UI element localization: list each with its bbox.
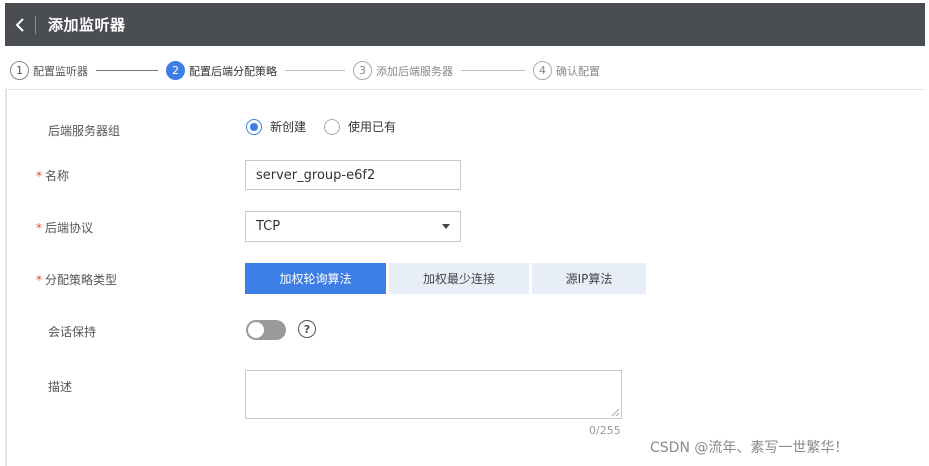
server-group-radio-group: 新创建 使用已有	[246, 118, 414, 135]
content-left-border	[5, 90, 7, 466]
header-divider	[35, 15, 36, 34]
step-connector	[461, 70, 525, 71]
step-connector	[96, 70, 158, 71]
radio-label: 新创建	[270, 120, 307, 134]
protocol-select-value: TCP	[256, 219, 281, 234]
step-label: 添加后端服务器	[376, 64, 453, 78]
step-number: 4	[533, 61, 552, 80]
name-input[interactable]: server_group-e6f2	[245, 160, 461, 190]
strategy-segmented-control: 加权轮询算法 加权最少连接 源IP算法	[245, 263, 649, 294]
step-configure-listener: 1 配置监听器	[10, 61, 88, 80]
name-label: * 名称	[36, 167, 69, 184]
session-toggle[interactable]	[246, 320, 286, 340]
step-add-backend-servers: 3 添加后端服务器	[353, 61, 453, 80]
step-connector	[285, 70, 345, 71]
page-header: 添加监听器	[5, 3, 925, 46]
description-label: 描述	[48, 380, 73, 394]
required-mark: *	[36, 273, 42, 287]
step-backend-strategy: 2 配置后端分配策略	[166, 61, 277, 80]
radio-unchecked-icon	[324, 118, 341, 135]
description-textarea[interactable]	[245, 370, 622, 419]
radio-label: 使用已有	[348, 120, 397, 134]
step-confirm: 4 确认配置	[533, 61, 600, 80]
name-label-text: 名称	[45, 169, 70, 183]
caret-down-icon	[442, 224, 450, 229]
radio-use-existing[interactable]: 使用已有	[324, 118, 396, 135]
step-label: 配置监听器	[33, 64, 88, 78]
watermark: CSDN @流年、素写一世繁华！	[650, 440, 849, 456]
step-number: 3	[353, 61, 372, 80]
step-number: 2	[166, 61, 185, 80]
strategy-weighted-round-robin[interactable]: 加权轮询算法	[245, 263, 386, 294]
strategy-source-ip[interactable]: 源IP算法	[532, 263, 646, 294]
help-icon[interactable]: ?	[298, 320, 316, 338]
radio-new[interactable]: 新创建	[246, 118, 306, 135]
chevron-left-icon	[15, 17, 24, 32]
strategy-weighted-least-connections[interactable]: 加权最少连接	[389, 263, 529, 294]
step-number: 1	[10, 61, 29, 80]
description-char-count: 0/255	[589, 424, 621, 437]
page-title: 添加监听器	[48, 16, 126, 34]
protocol-select[interactable]: TCP	[245, 211, 461, 242]
name-input-value: server_group-e6f2	[256, 167, 376, 183]
resize-grip-icon[interactable]	[611, 408, 620, 417]
protocol-label: * 后端协议	[36, 219, 93, 236]
wizard-steps: 1 配置监听器 2 配置后端分配策略 3 添加后端服务器 4 确认配置	[5, 52, 925, 90]
required-mark: *	[36, 221, 42, 235]
strategy-label: * 分配策略类型	[36, 271, 117, 288]
protocol-label-text: 后端协议	[45, 221, 94, 235]
radio-checked-icon	[246, 118, 262, 135]
server-group-label: 后端服务器组	[48, 124, 121, 138]
step-label: 确认配置	[556, 64, 600, 78]
required-mark: *	[36, 169, 42, 183]
back-button[interactable]	[5, 3, 35, 46]
step-label: 配置后端分配策略	[189, 64, 277, 78]
session-label: 会话保持	[48, 325, 97, 339]
strategy-label-text: 分配策略类型	[45, 273, 118, 287]
